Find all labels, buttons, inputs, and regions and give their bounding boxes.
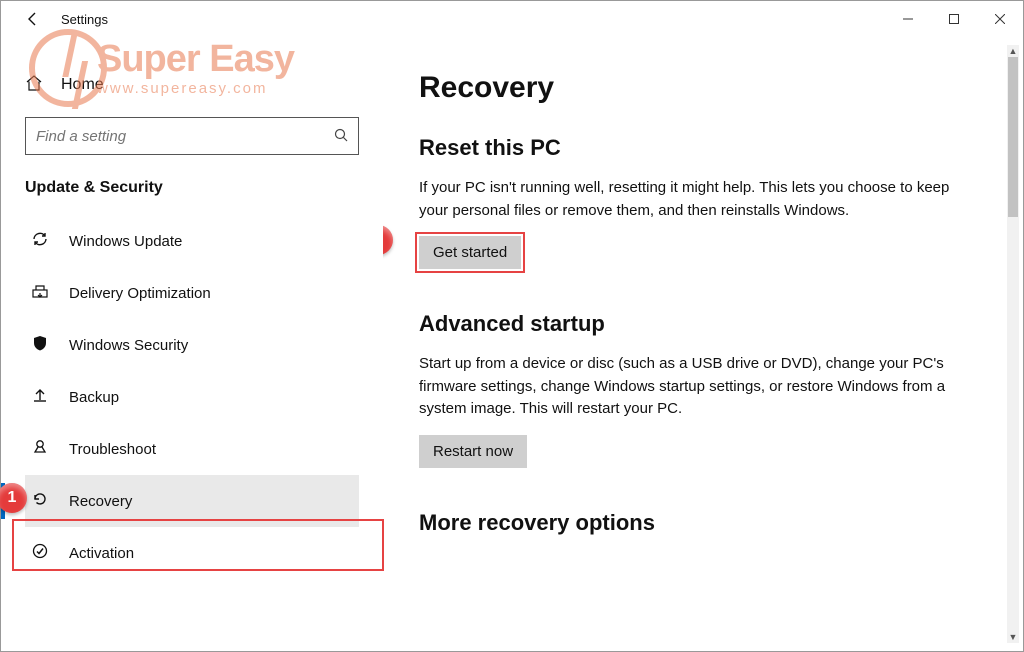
sidebar-item-label: Backup — [69, 389, 119, 406]
scroll-thumb[interactable] — [1008, 57, 1018, 217]
sync-icon — [31, 230, 69, 253]
sidebar-item-windows-security[interactable]: Windows Security — [25, 319, 359, 371]
sidebar-item-windows-update[interactable]: Windows Update — [25, 215, 359, 267]
sidebar-item-delivery-optimization[interactable]: Delivery Optimization — [25, 267, 359, 319]
annotation-badge-2: 2 — [383, 225, 393, 255]
sidebar-item-label: Windows Update — [69, 233, 182, 250]
sidebar-item-label: Activation — [69, 545, 134, 562]
search-box[interactable] — [25, 117, 359, 155]
scroll-up-icon[interactable]: ▲ — [1007, 45, 1019, 57]
advanced-title: Advanced startup — [419, 311, 975, 337]
sidebar-item-label: Windows Security — [69, 337, 188, 354]
vertical-scrollbar[interactable]: ▲ ▼ — [1007, 45, 1019, 643]
page-title: Recovery — [419, 71, 975, 105]
reset-description: If your PC isn't running well, resetting… — [419, 177, 975, 222]
scroll-down-icon[interactable]: ▼ — [1007, 631, 1019, 643]
sidebar-item-troubleshoot[interactable]: Troubleshoot — [25, 423, 359, 475]
search-input[interactable] — [36, 128, 334, 145]
get-started-button[interactable]: Get started — [419, 236, 521, 269]
sidebar-item-activation[interactable]: Activation — [25, 527, 359, 579]
maximize-button[interactable] — [931, 3, 977, 35]
delivery-icon — [31, 282, 69, 305]
recovery-icon — [31, 490, 69, 513]
search-icon — [334, 128, 348, 145]
home-label: Home — [61, 76, 104, 94]
back-button[interactable] — [17, 3, 49, 35]
home-icon — [25, 74, 61, 97]
sidebar-category: Update & Security — [25, 179, 359, 197]
reset-title: Reset this PC — [419, 135, 975, 161]
window-title: Settings — [61, 12, 108, 27]
sidebar-item-label: Recovery — [69, 493, 132, 510]
sidebar-item-recovery[interactable]: Recovery — [25, 475, 359, 527]
sidebar-item-label: Troubleshoot — [69, 441, 156, 458]
restart-now-button[interactable]: Restart now — [419, 435, 527, 468]
shield-icon — [31, 334, 69, 357]
minimize-button[interactable] — [885, 3, 931, 35]
advanced-description: Start up from a device or disc (such as … — [419, 353, 975, 421]
more-options-title: More recovery options — [419, 510, 975, 536]
close-button[interactable] — [977, 3, 1023, 35]
backup-icon — [31, 386, 69, 409]
sidebar-item-backup[interactable]: Backup — [25, 371, 359, 423]
troubleshoot-icon — [31, 438, 69, 461]
sidebar-item-label: Delivery Optimization — [69, 285, 211, 302]
annotation-badge-1: 1 — [0, 483, 27, 513]
home-link[interactable]: Home — [25, 63, 359, 107]
activation-icon — [31, 542, 69, 565]
